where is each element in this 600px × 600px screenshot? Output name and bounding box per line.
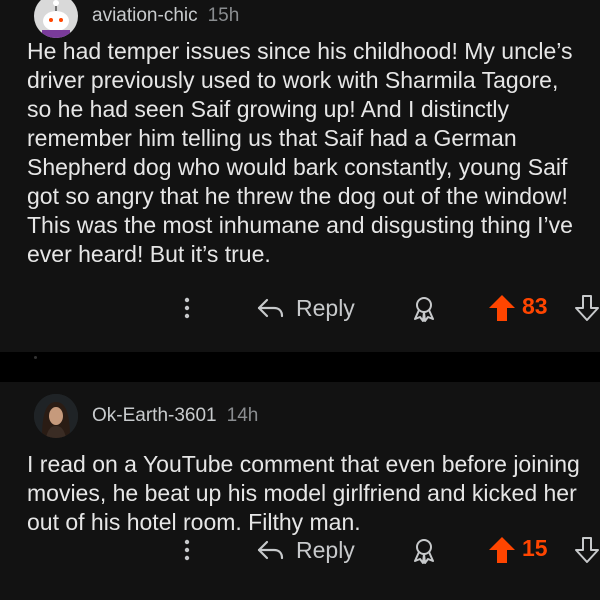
avatar[interactable] (34, 0, 78, 38)
comment-header: aviation-chic 15h (34, 0, 240, 38)
award-icon[interactable] (410, 294, 438, 322)
comment-card: Ok-Earth-3601 14h I read on a YouTube co… (0, 382, 600, 600)
reply-label: Reply (296, 294, 355, 321)
reply-button[interactable]: Reply (256, 290, 355, 326)
award-icon[interactable] (410, 536, 438, 564)
downvote-arrow-icon[interactable] (574, 535, 600, 565)
user-photo-avatar-icon (34, 394, 78, 438)
timestamp: 14h (226, 405, 259, 426)
avatar[interactable] (34, 394, 78, 438)
comment-actions: Reply 83 (0, 290, 600, 326)
more-vertical-icon[interactable] (182, 294, 192, 322)
comment-header: Ok-Earth-3601 14h (34, 394, 259, 438)
comment-body: I read on a YouTube comment that even be… (27, 451, 580, 535)
reply-arrow-icon (257, 298, 284, 318)
comment-actions: Reply 15 (0, 532, 600, 568)
upvote-arrow-icon[interactable] (488, 293, 516, 323)
vote-count: 83 (522, 293, 548, 319)
more-vertical-icon[interactable] (182, 536, 192, 564)
username[interactable]: aviation-chic (92, 5, 198, 27)
username[interactable]: Ok-Earth-3601 (92, 405, 217, 427)
upvote-arrow-icon[interactable] (488, 535, 516, 565)
reply-button[interactable]: Reply (256, 532, 355, 568)
timestamp: 15h (207, 5, 240, 26)
reply-arrow-icon (257, 540, 284, 560)
comment-card: aviation-chic 15h He had temper issues s… (0, 0, 600, 352)
comment-body: He had temper issues since his childhood… (27, 38, 573, 267)
snoo-avatar-icon (34, 0, 78, 38)
vote-count: 15 (522, 535, 548, 561)
reply-label: Reply (296, 536, 355, 563)
downvote-arrow-icon[interactable] (574, 293, 600, 323)
thread-divider (34, 356, 37, 359)
